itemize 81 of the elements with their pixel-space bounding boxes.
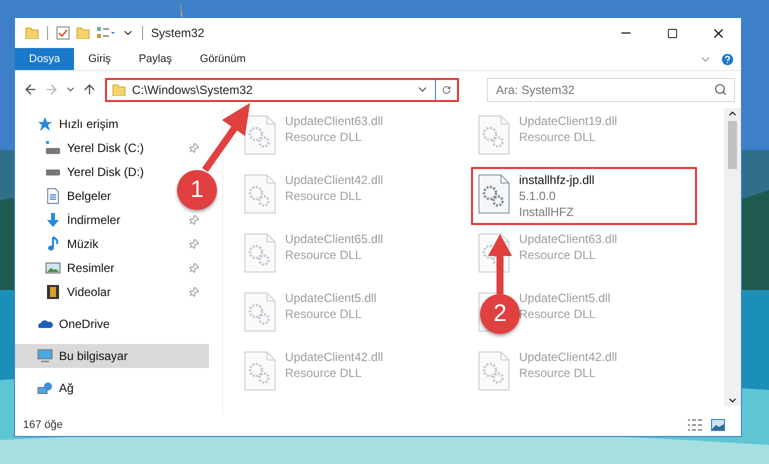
music-note-icon (47, 236, 59, 252)
ribbon-tab[interactable]: Görünüm (186, 48, 260, 70)
search-icon (714, 82, 727, 96)
network-icon (37, 382, 53, 394)
forward-arrow-icon (44, 82, 59, 97)
maximize-icon (666, 28, 678, 38)
document-icon (47, 188, 59, 204)
navigation-label: İndirmeler (67, 213, 122, 227)
folder-icon (25, 27, 39, 39)
address-bar[interactable]: C:\Windows\System32 (105, 78, 459, 102)
refresh-icon (442, 84, 451, 96)
star-icon (37, 116, 53, 132)
cloud-icon (37, 319, 53, 329)
highlight-frame[interactable]: installhfz-jp.dll 5.1.0.0 InstallHFZ (471, 167, 697, 225)
file-name[interactable]: installhfz-jp.dll (519, 173, 594, 187)
gear-file-icon (243, 291, 277, 333)
navigation-item[interactable]: Videolar (15, 280, 209, 304)
scroll-thumb[interactable] (728, 121, 737, 169)
navigation-label: Yerel Disk (C:) (67, 141, 145, 155)
navigation-label: Yerel Disk (D:) (67, 165, 144, 179)
file-detail: Resource DLL (285, 366, 362, 380)
navigation-label: Müzik (67, 237, 100, 251)
navigation-item[interactable]: Müzik (15, 232, 209, 256)
scrollbar[interactable] (724, 108, 741, 406)
callout-arrow (202, 103, 250, 172)
gear-file-icon (243, 173, 277, 215)
navigation-label: OneDrive (59, 317, 110, 331)
file-detail: Resource DLL (285, 189, 362, 203)
help-icon[interactable] (720, 52, 735, 66)
gear-file-icon (243, 232, 277, 274)
file-detail: Resource DLL (519, 248, 596, 262)
drive-icon (45, 141, 61, 155)
item-count: 167 öğe (23, 419, 63, 431)
navigation-item[interactable]: İndirmeler (15, 208, 209, 232)
navigation-item[interactable]: Bu bilgisayar (15, 344, 209, 368)
file-detail: Resource DLL (519, 366, 596, 380)
navigation-label: Bu bilgisayar (59, 349, 129, 363)
gear-file-icon (243, 350, 277, 392)
ribbon-tab[interactable]: Paylaş (124, 48, 186, 70)
navigation-label: Ağ (59, 381, 74, 395)
details-view-icon[interactable] (687, 419, 703, 431)
film-icon (47, 285, 59, 299)
back-button[interactable] (23, 82, 38, 97)
ribbon-tab[interactable]: Giriş (74, 48, 125, 70)
file-detail: Resource DLL (285, 307, 362, 321)
navigation-item[interactable]: Ağ (15, 376, 84, 400)
ribbon-tab[interactable]: Dosya (15, 48, 74, 70)
navigation-label: Hızlı erişim (59, 117, 118, 131)
navigation-label: Belgeler (67, 189, 112, 203)
folder-icon (76, 27, 90, 39)
window-title: System32 (151, 26, 204, 40)
navigation-item[interactable]: Yerel Disk (D:) (15, 160, 154, 184)
navigation-item[interactable]: Yerel Disk (C:) (15, 136, 209, 160)
callout-arrow (488, 234, 512, 294)
file-detail: Resource DLL (285, 130, 362, 144)
gear-file-icon (243, 114, 277, 156)
download-arrow-icon (45, 212, 61, 228)
monitor-icon (37, 349, 53, 363)
file-detail: Resource DLL (519, 307, 596, 321)
drive-icon (45, 168, 61, 176)
checklist-icon[interactable] (56, 26, 70, 40)
large-icons-view-icon[interactable] (711, 419, 725, 431)
folder-icon (112, 84, 126, 96)
navigation-label: Videolar (67, 285, 112, 299)
navigation-item[interactable]: Hızlı erişim (15, 112, 128, 136)
address-path: C:\Windows\System32 (132, 82, 254, 96)
gear-file-icon (477, 173, 511, 215)
navigation-item[interactable]: Belgeler (15, 184, 122, 208)
image-icon (45, 262, 61, 274)
gear-file-icon (477, 350, 511, 392)
file-detail: 5.1.0.0 (519, 189, 556, 203)
properties-icon[interactable] (96, 26, 116, 40)
gear-file-icon (477, 114, 511, 156)
file-detail: Resource DLL (285, 248, 362, 262)
file-detail: InstallHFZ (519, 205, 574, 219)
file-detail: Resource DLL (519, 130, 596, 144)
search-field[interactable]: Ara: System32 (487, 78, 735, 102)
navigation-item[interactable]: OneDrive (15, 312, 120, 336)
up-button[interactable] (82, 82, 97, 97)
navigation-label: Resimler (67, 261, 116, 275)
navigation-item[interactable]: Resimler (15, 256, 209, 280)
